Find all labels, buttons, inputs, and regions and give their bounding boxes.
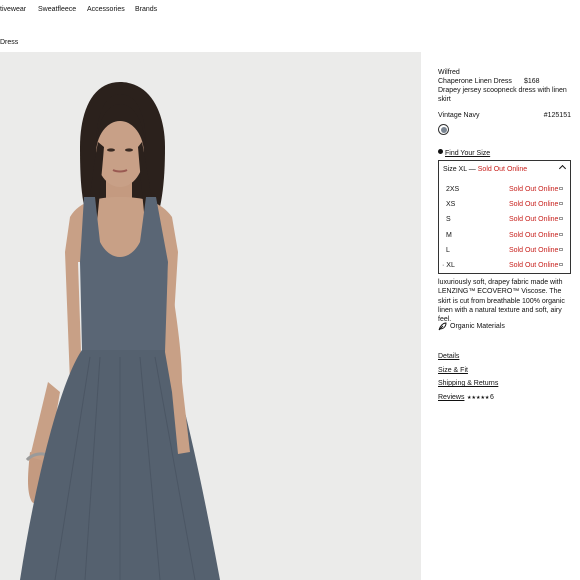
size-option-label: M [446,231,452,239]
star-rating-icon: ★★★★★ [467,394,490,401]
find-your-size-label: Find Your Size [445,150,491,157]
size-option-label: · XL [442,261,455,269]
envelope-icon[interactable] [559,247,563,251]
size-option-s[interactable]: S Sold Out Online [439,213,570,228]
organic-materials-label: Organic Materials [450,323,505,330]
details-link[interactable]: Details [438,352,459,361]
size-option-status: Sold Out Online [509,231,559,239]
size-option-label: 2XS [446,186,460,193]
product-photo [0,52,421,580]
color-name: Vintage Navy [438,112,480,119]
size-option-status: Sold Out Online [509,186,559,193]
model-illustration [0,52,421,580]
reviews-label: Reviews [438,393,465,401]
color-row: Vintage Navy #125151 [438,111,571,120]
top-nav: tivewear Sweatfleece Accessories Brands [0,0,580,20]
size-option-label: L [446,246,450,254]
size-dropdown-header[interactable]: Size XL — Sold Out Online [443,165,527,174]
size-option-2xs[interactable]: 2XS Sold Out Online [439,183,570,198]
reviews-row[interactable]: Reviews ★★★★★ 6 [438,393,528,403]
review-count: 6 [490,393,494,401]
product-subtitle: Drapey jersey scoopneck dress with linen… [438,87,567,103]
nav-item-activewear[interactable]: tivewear [0,6,26,13]
size-option-label: XS [446,201,456,209]
selected-size-label: Size XL — [443,166,476,173]
swatch-fill [440,126,447,133]
breadcrumb[interactable]: Dress [0,39,18,46]
product-sku: #125151 [543,112,571,119]
info-icon [438,149,443,154]
size-option-xl[interactable]: · XL Sold Out Online [439,259,570,274]
size-option-label: S [446,216,451,224]
product-name-row: Chaperone Linen Dress $168 [438,77,571,86]
size-options: 2XS Sold Out Online XS Sold Out Online S… [439,183,570,274]
size-option-l[interactable]: L Sold Out Online [439,244,570,259]
size-option-m[interactable]: M Sold Out Online [439,229,570,244]
nav-item-brands[interactable]: Brands [135,6,157,13]
size-option-status: Sold Out Online [509,216,559,224]
shipping-returns-link[interactable]: Shipping & Returns [438,379,498,388]
size-dropdown[interactable]: Size XL — Sold Out Online 2XS Sold Out O… [438,160,571,274]
nav-item-accessories[interactable]: Accessories [87,6,125,13]
leaf-icon [438,322,447,331]
product-description: luxuriously soft, drapey fabric made wit… [438,279,565,324]
reviews-link[interactable]: Reviews [438,393,464,402]
envelope-icon[interactable] [559,187,563,190]
size-option-status: Sold Out Online [509,261,559,269]
brand-name[interactable]: Wilfred [438,68,460,77]
size-fit-link[interactable]: Size & Fit [438,366,468,375]
find-your-size-link[interactable]: Find Your Size [438,149,571,158]
size-option-xs[interactable]: XS Sold Out Online [439,198,570,213]
color-swatch-vintage-navy[interactable] [438,124,449,135]
envelope-icon[interactable] [559,202,563,206]
envelope-icon[interactable] [559,232,563,236]
selected-size-status: Sold Out Online [477,166,528,173]
nav-item-sweatfleece[interactable]: Sweatfleece [38,6,76,13]
product-name: Chaperone Linen Dress [438,78,512,85]
envelope-icon[interactable] [559,217,563,221]
size-option-status: Sold Out Online [509,201,559,209]
chevron-up-icon[interactable] [558,164,567,173]
product-price: $168 [524,78,540,85]
size-option-status: Sold Out Online [509,246,559,254]
envelope-icon[interactable] [559,262,563,266]
